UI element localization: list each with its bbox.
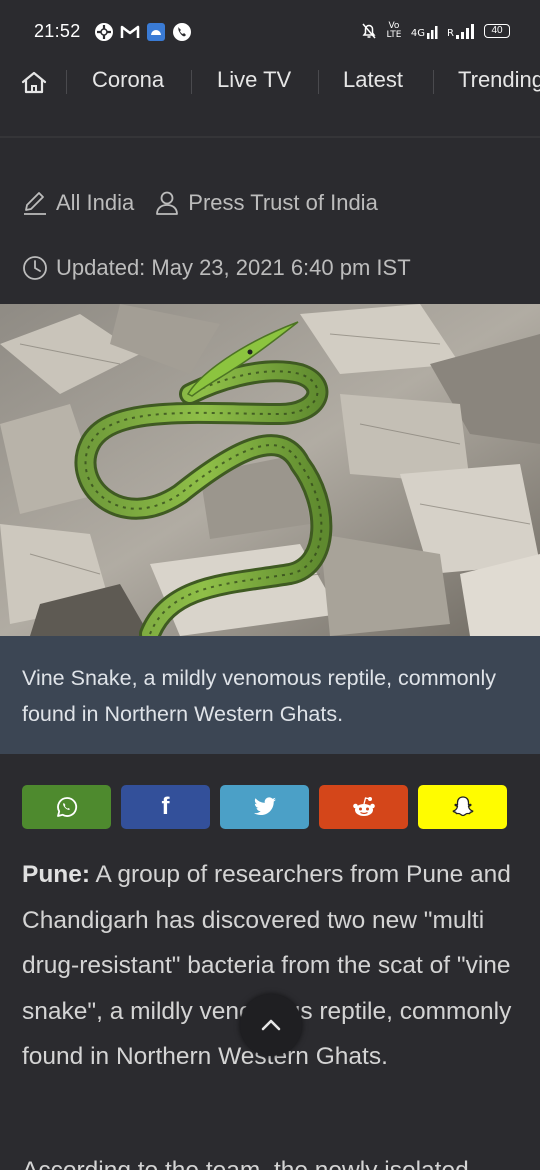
nav-separator [191, 70, 192, 94]
updated-row: Updated: May 23, 2021 6:40 pm IST [22, 255, 411, 281]
signal-icon-1 [427, 26, 438, 39]
signal-icon-2 [456, 24, 474, 39]
app-badge-icon [147, 23, 165, 41]
status-time: 21:52 [34, 21, 81, 41]
home-icon[interactable] [18, 68, 50, 98]
network-label: 4G [410, 28, 426, 39]
network-group-2: R [447, 23, 476, 39]
nav-item-latest[interactable]: Latest [343, 67, 403, 93]
vine-snake-image [0, 304, 540, 636]
author-link[interactable]: Press Trust of India [188, 190, 378, 216]
share-buttons: f [22, 785, 507, 829]
hero-image [0, 304, 540, 636]
image-caption: Vine Snake, a mildly venomous reptile, c… [22, 666, 497, 726]
image-caption-box: Vine Snake, a mildly venomous reptile, c… [0, 636, 540, 754]
nav-item-live-tv[interactable]: Live TV [217, 67, 291, 93]
nav-item-trending[interactable]: Trending [458, 67, 540, 93]
network-group: 4G [411, 23, 439, 39]
byline-row: All India Press Trust of India [22, 190, 378, 216]
app-notification-icon [95, 23, 113, 41]
roaming-label: R [447, 28, 454, 39]
share-whatsapp-button[interactable] [22, 785, 111, 829]
share-twitter-button[interactable] [220, 785, 309, 829]
scroll-to-top-button[interactable] [240, 994, 302, 1056]
battery-indicator: 40 [484, 24, 510, 38]
chevron-up-icon [261, 1019, 281, 1031]
share-facebook-button[interactable]: f [121, 785, 210, 829]
nav-separator [318, 70, 319, 94]
clock-icon [23, 256, 47, 280]
top-navigation: Corona Live TV Latest Trending [0, 48, 540, 114]
share-snapchat-button[interactable] [418, 785, 507, 829]
updated-timestamp: Updated: May 23, 2021 6:40 pm IST [56, 255, 411, 280]
category-link[interactable]: All India [56, 190, 134, 216]
nav-separator [66, 70, 67, 94]
article-dateline: Pune: [22, 861, 91, 888]
facebook-icon: f [161, 793, 170, 820]
call-icon [173, 23, 191, 41]
nav-divider [0, 136, 540, 138]
reddit-icon [352, 797, 375, 816]
status-indicators: Vo LTE 4G R 40 [361, 20, 510, 42]
twitter-icon [253, 797, 276, 816]
whatsapp-icon [56, 797, 77, 817]
user-icon [156, 191, 179, 215]
share-reddit-button[interactable] [319, 785, 408, 829]
nav-separator [433, 70, 434, 94]
nav-item-corona[interactable]: Corona [92, 67, 164, 93]
volte-label: Vo LTE [386, 21, 402, 40]
mute-bell-icon [362, 23, 376, 39]
status-bar: 21:52 Vo LTE 4G R 40 [0, 0, 540, 48]
article-paragraph-2: According to the team, the newly isolate… [22, 1151, 532, 1170]
gmail-icon [120, 25, 140, 38]
snapchat-icon [452, 796, 473, 817]
pencil-icon [24, 192, 46, 215]
